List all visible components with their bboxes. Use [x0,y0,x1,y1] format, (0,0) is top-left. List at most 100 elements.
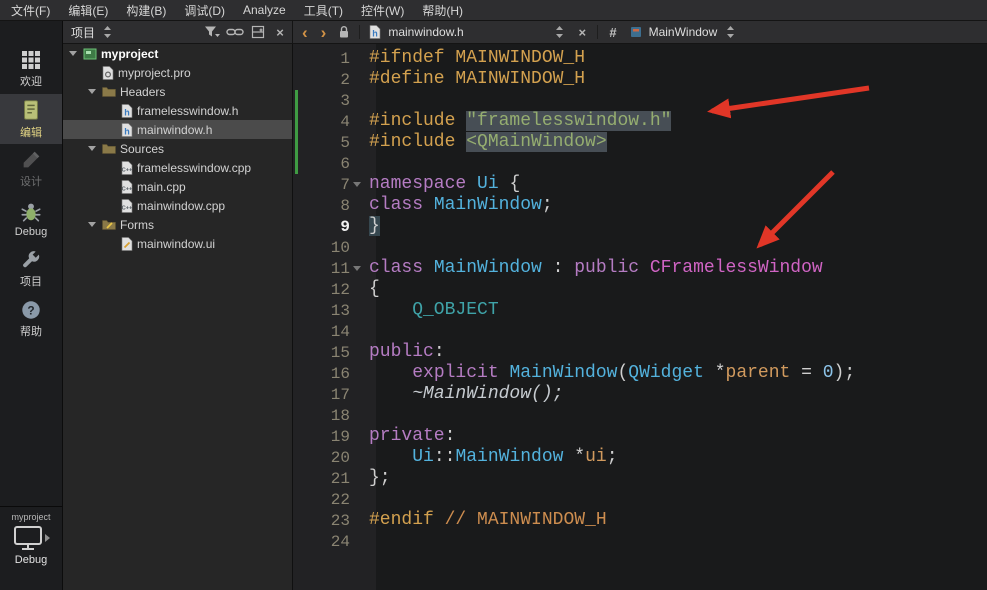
code-text: #include <QMainWindow> [369,132,607,152]
expander-icon[interactable] [86,89,98,94]
mode-item-projects[interactable]: 项目 [0,244,62,294]
menu-item-debug[interactable]: 调试(D) [175,0,234,20]
mode-item-help-label: 帮助 [20,326,42,338]
mode-item-help[interactable]: ? 帮助 [0,294,62,344]
gutter-cell: 19 [293,426,363,447]
forward-icon[interactable]: › [318,24,330,41]
split-panel-icon[interactable] [250,23,266,41]
code-text: class MainWindow : public CFramelessWind… [369,258,823,278]
header-file-icon: h [121,103,133,118]
line-number: 24 [330,532,350,551]
tree-item-main-cpp[interactable]: C++ main.cpp [63,177,292,196]
svg-text:C++: C++ [122,205,132,211]
code-line-19: 19 private: [293,426,987,447]
monitor-icon [13,525,43,551]
gutter-cell: 4 [293,111,363,132]
menu-item-edit[interactable]: 编辑(E) [59,0,117,20]
gutter-cell: 18 [293,405,363,426]
gutter-cell: 9 [293,216,363,237]
form-folder-icon [102,219,116,231]
symbol-selector[interactable]: MainWindow [628,23,739,41]
line-number: 17 [330,385,350,404]
gutter-cell: 13 [293,300,363,321]
tree-item-sources[interactable]: Sources [63,139,292,158]
sync-with-editor-icon[interactable] [226,23,244,41]
code-line-18: 18 [293,405,987,426]
header-file-icon: h [121,122,133,137]
code-line-8: 8 class MainWindow; [293,195,987,216]
menu-item-file[interactable]: 文件(F) [2,0,59,20]
code-text: Ui::MainWindow *ui; [412,447,618,467]
tree-item-myproject-pro[interactable]: myproject.pro [63,63,292,82]
tree-item-mainwindow-cpp[interactable]: C++ mainwindow.cpp [63,196,292,215]
mode-bar-items: 欢迎编辑设计 Debug 项目? 帮助 [0,44,62,344]
tree-item-label: framelesswindow.cpp [137,160,252,175]
expander-icon[interactable] [86,222,98,227]
tree-item-mainwindow-ui[interactable]: mainwindow.ui [63,234,292,253]
expander-icon[interactable] [86,146,98,151]
line-number: 13 [330,301,350,320]
fold-marker-icon[interactable] [350,182,363,187]
line-number: 19 [330,427,350,446]
code-line-24: 24 [293,531,987,552]
gutter-cell: 5 [293,132,363,153]
code-line-2: 2 #define MAINWINDOW_H [293,69,987,90]
tree-item-label: Forms [120,217,154,232]
mode-item-debug[interactable]: Debug [0,194,62,244]
tree-item-forms[interactable]: Forms [63,215,292,234]
code-text: { [369,279,380,299]
design-icon [20,149,42,171]
gutter-cell: 15 [293,342,363,363]
gutter-cell: 10 [293,237,363,258]
mode-item-welcome[interactable]: 欢迎 [0,44,62,94]
cpp-file-icon: C++ [121,160,133,175]
open-document-selector[interactable]: h mainwindow.h [367,23,567,41]
gutter-cell: 6 [293,153,363,174]
tree-item-framelesswindow-cpp[interactable]: C++ framelesswindow.cpp [63,158,292,177]
menu-item-analyze[interactable]: Analyze [234,0,295,20]
kit-selector[interactable]: myproject Debug [0,506,62,590]
toolbar-row: 项目 × ‹ › h mainwindow.h × # MainWindow [63,21,987,44]
filter-icon[interactable] [204,23,220,41]
editor-pane[interactable]: 1 #ifndef MAINWINDOW_H 2 #define MAINWINDOW… [293,44,987,590]
fold-marker-icon[interactable] [350,266,363,271]
line-number: 4 [340,112,350,131]
editor-toolbar: ‹ › h mainwindow.h × # MainWindow [293,21,987,44]
expander-icon[interactable] [67,51,79,56]
back-icon[interactable]: ‹ [299,24,311,41]
gutter-cell: 2 [293,69,363,90]
tree-item-myproject[interactable]: myproject [63,44,292,63]
tree-item-mainwindow-h[interactable]: h mainwindow.h [63,120,292,139]
line-number: 12 [330,280,350,299]
code-area[interactable]: 1 #ifndef MAINWINDOW_H 2 #define MAINWINDOW… [293,44,987,552]
menu-item-tools[interactable]: 工具(T) [295,0,352,20]
mode-item-edit-label: 编辑 [20,127,42,139]
svg-text:C++: C++ [122,186,132,192]
panel-selector[interactable]: 项目 [67,23,198,41]
line-number: 6 [340,154,350,173]
tree-item-framelesswindow-h[interactable]: h framelesswindow.h [63,101,292,120]
line-number: 15 [330,343,350,362]
tree-item-label: mainwindow.ui [137,236,216,251]
pro-file-icon [102,65,114,80]
code-text: #endif // MAINWINDOW_H [369,510,607,530]
menu-item-build[interactable]: 构建(B) [117,0,175,20]
tree-item-label: mainwindow.h [137,122,213,137]
gutter-cell: 17 [293,384,363,405]
combo-arrows-icon [722,23,738,41]
folder-icon [102,143,116,155]
help-icon: ? [20,299,42,321]
tree-item-headers[interactable]: Headers [63,82,292,101]
menu-item-help[interactable]: 帮助(H) [413,0,472,20]
close-panel-icon[interactable]: × [272,23,288,41]
mode-item-debug-label: Debug [14,226,48,238]
menu-item-window[interactable]: 控件(W) [352,0,413,20]
close-document-icon[interactable]: × [574,23,590,41]
code-text: class MainWindow; [369,195,553,215]
mode-item-edit[interactable]: 编辑 [0,94,62,144]
mode-item-design[interactable]: 设计 [0,144,62,194]
gutter-cell: 14 [293,321,363,342]
tree-item-label: Headers [120,84,166,99]
